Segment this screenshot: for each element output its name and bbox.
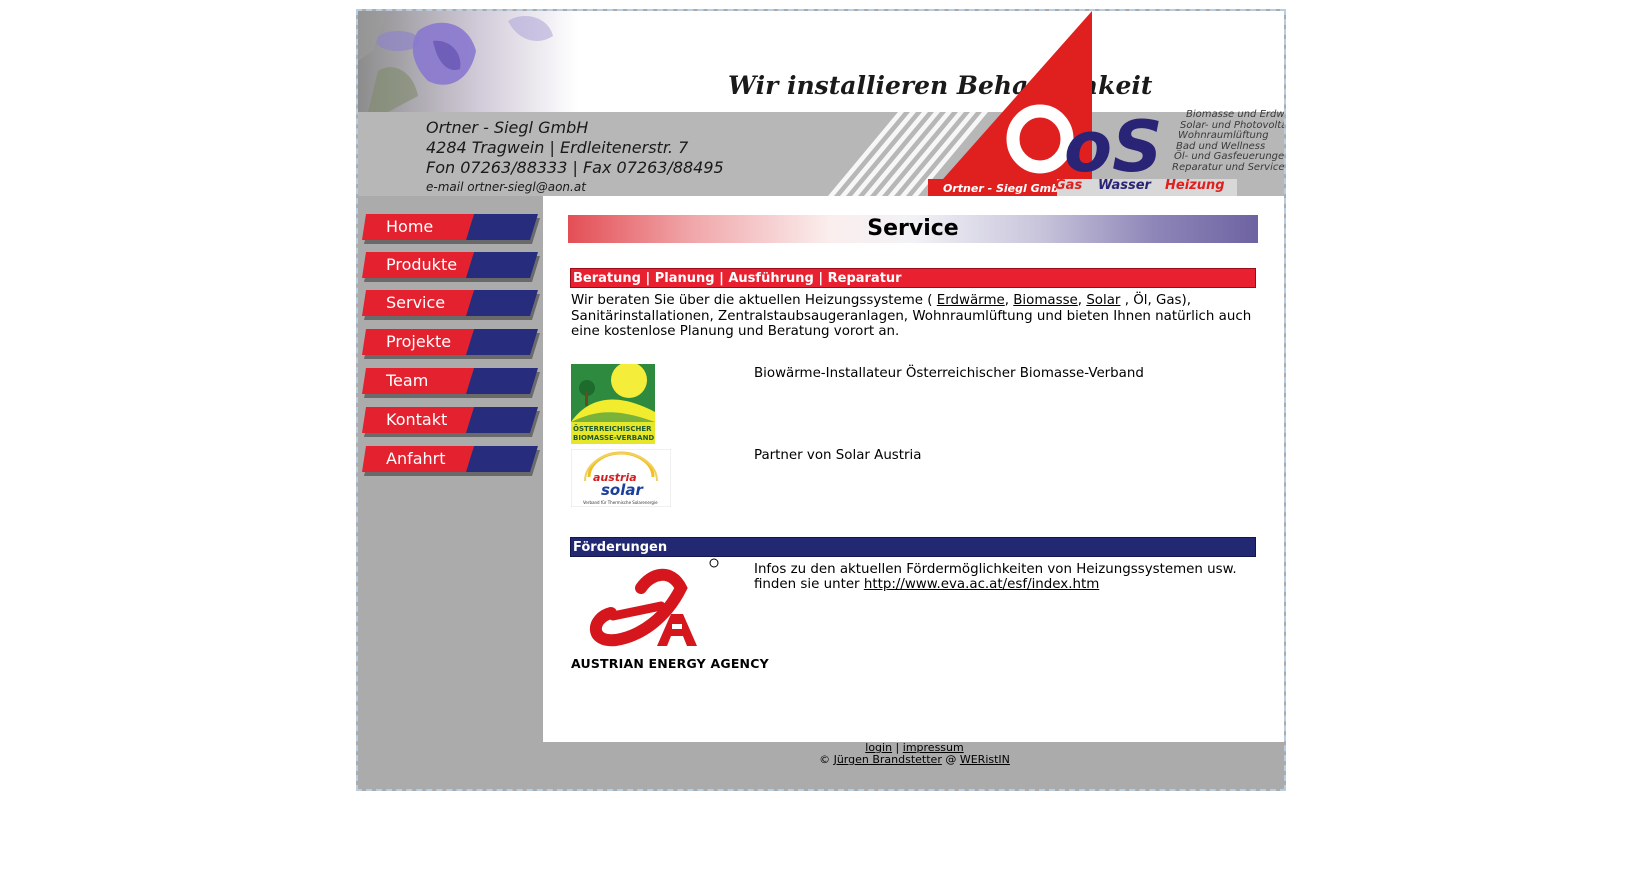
service-entry: Reparatur und Service [1172, 161, 1285, 173]
services-list: Biomasse und Erdwärme Solar- und Photovo… [1158, 109, 1286, 173]
biomasse-description: Biowärme-Installateur Österreichischer B… [754, 366, 1144, 381]
section-heading-foerderungen: Förderungen [570, 537, 1256, 557]
page-title: Service [867, 216, 959, 241]
nav-label: Anfahrt [386, 449, 446, 468]
page-frame: Wir installieren Behaglichkeit Ortner - … [356, 9, 1286, 791]
nav-label: Produkte [386, 255, 458, 274]
eva-caption: AUSTRIAN ENERGY AGENCY [571, 656, 769, 671]
intro-line-3: eine kostenlose Planung und Beratung vor… [571, 324, 900, 339]
service-entry: Wohnraumlüftung [1178, 130, 1269, 141]
nav-team-button[interactable]: Team [362, 368, 540, 398]
biomasse-logo-text: ÖSTERREICHISCHER [573, 424, 652, 433]
service-entry: Öl- und Gasfeuerungen [1174, 151, 1286, 162]
solar-link[interactable]: Solar [1086, 293, 1120, 308]
nav-service-button[interactable]: Service [362, 290, 540, 320]
main-content: Service Beratung | Planung | Ausführung … [543, 196, 1284, 742]
weristin-link[interactable]: WERistIN [960, 753, 1010, 766]
intro-line-2: Sanitärinstallationen, Zentralstaubsauge… [571, 309, 1252, 324]
eva-link[interactable]: http://www.eva.ac.at/esf/index.htm [864, 577, 1099, 592]
author-link[interactable]: Jürgen Brandstetter [834, 753, 942, 766]
intro-line-1: Wir beraten Sie über die aktuellen Heizu… [571, 293, 1191, 309]
brand-gas: Gas [1055, 178, 1083, 193]
solar-logo-subtext: Verband für Thermische Solarenergie [583, 500, 658, 505]
nav-anfahrt-button[interactable]: Anfahrt [362, 446, 540, 476]
foerder-text: finden sie unter [754, 577, 864, 592]
section-heading-beratung: Beratung | Planung | Ausführung | Repara… [570, 268, 1256, 288]
brand-wasser: Wasser [1098, 178, 1151, 193]
erdwaerme-link[interactable]: Erdwärme [937, 293, 1005, 308]
solar-logo-text: solar [601, 481, 644, 499]
biomasse-verband-logo: ÖSTERREICHISCHER BIOMASSE-VERBAND [571, 364, 655, 444]
company-address: 4284 Tragwein | Erdleitenerstr. 7 [426, 138, 689, 157]
nav-label: Service [386, 293, 446, 312]
energy-agency-logo: AUSTRIAN ENERGY AGENCY [571, 558, 769, 678]
company-phone-fax: Fon 07263/88333 | Fax 07263/88495 [426, 158, 724, 177]
austria-solar-logo: austria solar Verband für Thermische Sol… [571, 449, 671, 507]
site-footer: login | impressum © Jürgen Brandstetter … [543, 742, 1284, 772]
separator: , [1004, 293, 1014, 308]
biomasse-logo-text: BIOMASSE-VERBAND [573, 434, 654, 442]
eva-logo-mark [589, 558, 719, 647]
nav-projekte-button[interactable]: Projekte [362, 329, 540, 359]
intro-text: , Öl, Gas), [1120, 293, 1192, 308]
copyright-symbol: © [819, 753, 834, 766]
nav-produkte-button[interactable]: Produkte [362, 252, 540, 282]
site-header: Wir installieren Behaglichkeit Ortner - … [358, 11, 1286, 196]
nav-label: Team [386, 371, 429, 390]
logo-letters: oS [1064, 106, 1163, 188]
foerder-line-1: Infos zu den aktuellen Fördermöglichkeit… [754, 562, 1237, 577]
company-email: e-mail ortner-siegl@aon.at [426, 180, 586, 194]
company-info: Ortner - Siegl GmbH 4284 Tragwein | Erdl… [426, 118, 724, 195]
biomasse-link[interactable]: Biomasse [1013, 293, 1078, 308]
intro-text: Wir beraten Sie über die aktuellen Heizu… [571, 293, 937, 308]
nav-label: Projekte [386, 332, 452, 351]
footer-copyright: © Jürgen Brandstetter @ WERistIN [543, 753, 1284, 766]
footer-at: @ [941, 753, 960, 766]
company-name: Ortner - Siegl GmbH [426, 118, 589, 137]
brand-bar: Gas Wasser Heizung [953, 177, 1271, 195]
nav-label: Home [386, 217, 434, 236]
foerder-line-2: finden sie unter http://www.eva.ac.at/es… [754, 577, 1099, 593]
nav-kontakt-button[interactable]: Kontakt [362, 407, 540, 437]
nav-home-button[interactable]: Home [362, 214, 540, 244]
solar-description: Partner von Solar Austria [754, 448, 922, 463]
brand-heizung: Heizung [1165, 178, 1225, 193]
nav-label: Kontakt [386, 410, 448, 429]
service-entry: Biomasse und Erdwärme [1186, 109, 1285, 120]
flower-image [358, 11, 578, 112]
page-title-bar: Service [568, 215, 1258, 243]
